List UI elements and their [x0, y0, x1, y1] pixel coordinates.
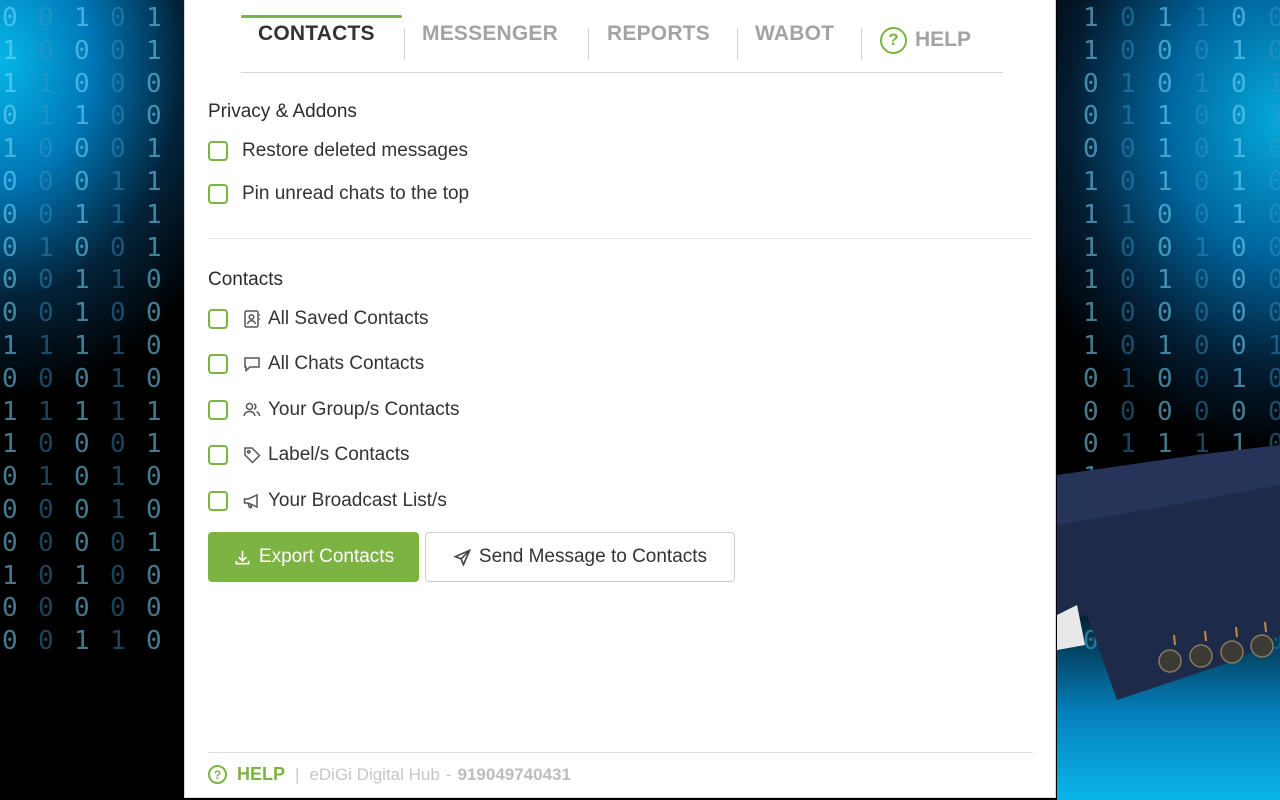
section-divider [208, 238, 1033, 239]
chat-bubble-icon [242, 354, 262, 374]
group-contacts-checkbox[interactable] [208, 400, 228, 420]
pin-unread-chats-checkbox[interactable] [208, 184, 228, 204]
footer: ? HELP | eDiGi Digital Hub - 91904974043… [208, 764, 571, 785]
binary-column: 00000110101110110001 [110, 3, 126, 657]
megaphone-icon [242, 491, 262, 511]
tab-help[interactable]: ? HELP [880, 24, 971, 56]
privacy-section-title: Privacy & Addons [208, 101, 357, 122]
option-group-contacts[interactable]: Your Group/s Contacts [208, 397, 460, 423]
extension-popup-panel: CONTACTS MESSENGER REPORTS WABOT ? HELP … [184, 0, 1056, 798]
send-message-label: Send Message to Contacts [478, 546, 708, 567]
binary-column: 00110001001010100000 [38, 3, 54, 657]
download-icon [235, 550, 250, 564]
tab-contacts[interactable]: CONTACTS [258, 22, 375, 46]
background-binary-left: 01101000001011000100 00110001001010100000… [0, 0, 185, 800]
footer-phone-number: 919049740431 [457, 764, 571, 784]
option-label: Your Group/s Contacts [268, 399, 460, 420]
contacts-section-title: Contacts [208, 269, 283, 290]
option-all-chats-contacts[interactable]: All Chats Contacts [208, 351, 424, 377]
option-broadcast-lists[interactable]: Your Broadcast List/s [208, 488, 447, 514]
binary-column: 01101000001011000100 [2, 3, 18, 657]
tab-separator [861, 28, 862, 60]
suit-sleeve-image [1057, 445, 1280, 700]
tab-separator [588, 28, 589, 60]
tab-bar: CONTACTS MESSENGER REPORTS WABOT ? HELP [241, 0, 1003, 73]
contact-card-icon [242, 309, 262, 329]
binary-column: 10010010111010000101 [74, 3, 90, 657]
option-all-saved-contacts[interactable]: All Saved Contacts [208, 306, 429, 332]
broadcast-lists-checkbox[interactable] [208, 491, 228, 511]
export-contacts-button[interactable]: Export Contacts [208, 532, 419, 582]
send-icon [453, 548, 472, 567]
tab-separator [737, 28, 738, 60]
binary-column: 11001111000011001000 [146, 3, 162, 657]
help-icon: ? [880, 26, 907, 54]
footer-dash: - [445, 764, 452, 784]
all-chats-contacts-checkbox[interactable] [208, 354, 228, 374]
all-saved-contacts-checkbox[interactable] [208, 309, 228, 329]
option-label: Label/s Contacts [268, 444, 410, 465]
tab-help-label: HELP [915, 28, 972, 51]
option-pin-unread-chats[interactable]: Pin unread chats to the top [208, 181, 469, 207]
footer-help-icon: ? [208, 765, 227, 784]
label-contacts-checkbox[interactable] [208, 445, 228, 465]
tab-wabot[interactable]: WABOT [755, 22, 834, 46]
footer-divider [208, 752, 1033, 753]
option-label: Pin unread chats to the top [242, 183, 470, 204]
restore-deleted-messages-checkbox[interactable] [208, 141, 228, 161]
footer-company-name: eDiGi Digital Hub [309, 764, 440, 784]
option-label: Restore deleted messages [242, 140, 469, 161]
option-label: All Saved Contacts [268, 308, 429, 329]
option-label-contacts[interactable]: Label/s Contacts [208, 442, 410, 468]
option-restore-deleted-messages[interactable]: Restore deleted messages [208, 138, 468, 164]
option-label: All Chats Contacts [268, 353, 425, 374]
send-message-button[interactable]: Send Message to Contacts [425, 532, 735, 582]
tab-separator [404, 28, 405, 60]
tag-icon [242, 445, 262, 465]
footer-separator: | [295, 764, 300, 784]
export-contacts-label: Export Contacts [258, 546, 395, 567]
tab-reports[interactable]: REPORTS [607, 22, 710, 46]
active-tab-indicator [241, 15, 402, 18]
footer-help-link[interactable]: HELP [237, 764, 285, 785]
group-icon [242, 400, 262, 420]
option-label: Your Broadcast List/s [268, 490, 447, 511]
tab-messenger[interactable]: MESSENGER [422, 22, 558, 46]
